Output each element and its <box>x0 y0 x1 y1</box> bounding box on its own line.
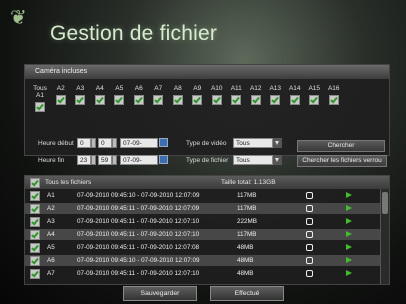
camera-item[interactable]: A13 <box>266 85 286 112</box>
checkbox[interactable] <box>270 95 281 105</box>
camera-item[interactable]: A5 <box>110 85 130 112</box>
scrollbar-thumb[interactable] <box>382 192 388 214</box>
calendar-icon[interactable] <box>159 155 168 164</box>
camera-item[interactable]: A3 <box>71 85 91 112</box>
checkbox[interactable] <box>30 230 40 240</box>
checkbox[interactable] <box>30 204 40 214</box>
checkbox[interactable] <box>153 95 164 105</box>
start-hour-input[interactable]: 0 <box>77 138 91 148</box>
camera-item[interactable]: A14 <box>285 85 305 112</box>
select-all-checkbox[interactable] <box>30 178 40 188</box>
checkbox[interactable] <box>250 95 261 105</box>
checkbox[interactable] <box>211 95 222 105</box>
lock-icon[interactable] <box>306 270 313 277</box>
lock-icon[interactable] <box>306 192 313 199</box>
all-files-label: Tous les fichiers <box>45 179 92 186</box>
lock-icon[interactable] <box>306 218 313 225</box>
search-button[interactable]: Chercher <box>297 140 385 152</box>
page-title: Gestion de fichier <box>50 22 218 45</box>
lock-icon[interactable] <box>306 231 313 238</box>
play-icon[interactable] <box>346 270 352 276</box>
start-minute-input[interactable]: 0 <box>98 138 112 148</box>
checkbox[interactable] <box>231 95 242 105</box>
lock-icon[interactable] <box>306 205 313 212</box>
start-minute-stepper[interactable] <box>112 138 117 148</box>
camera-item[interactable]: A4 <box>90 85 110 112</box>
end-minute-stepper[interactable] <box>112 155 117 165</box>
camera-item[interactable]: A7 <box>149 85 169 112</box>
table-row[interactable]: A3 07-09-2010 09:45:11 - 07-09-2010 12:0… <box>25 216 381 227</box>
file-type-select[interactable]: Tous <box>233 155 273 165</box>
checkbox[interactable] <box>172 95 183 105</box>
table-row[interactable]: A5 07-09-2010 09:45:11 - 07-09-2010 12:0… <box>25 242 381 253</box>
chevron-down-icon[interactable] <box>273 138 282 148</box>
checkbox[interactable] <box>55 95 66 105</box>
chevron-down-icon[interactable] <box>273 155 282 165</box>
camera-item[interactable]: A10 <box>207 85 227 112</box>
clear-button[interactable]: Effectué <box>210 286 284 301</box>
checkbox[interactable] <box>309 95 320 105</box>
end-hour-stepper[interactable] <box>91 155 96 165</box>
checkbox[interactable] <box>30 243 40 253</box>
checkbox[interactable] <box>114 95 125 105</box>
camera-item[interactable]: A2 <box>51 85 71 112</box>
save-button[interactable]: Sauvegarder <box>123 286 197 301</box>
camera-item[interactable]: A12 <box>246 85 266 112</box>
video-type-label: Type de vidéo <box>186 140 227 147</box>
camera-item[interactable]: A16 <box>324 85 344 112</box>
file-list-panel: Tous les fichiers Taille total: 1.13GB A… <box>24 175 390 285</box>
end-minute-input[interactable]: 59 <box>98 155 112 165</box>
file-list-header: Tous les fichiers Taille total: 1.13GB <box>25 176 389 189</box>
start-time-label: Heure début <box>38 140 74 147</box>
checkbox[interactable] <box>192 95 203 105</box>
camera-list: Tous A1 A2 A3 A4 A5 A6 A7 A8 A9 A10 A11 … <box>29 85 344 112</box>
checkbox[interactable] <box>289 95 300 105</box>
file-type-label: Type de fichier <box>186 157 229 164</box>
checkbox[interactable] <box>328 95 339 105</box>
play-icon[interactable] <box>346 231 352 237</box>
leaf-icon: ❦ <box>10 7 27 29</box>
play-icon[interactable] <box>346 244 352 250</box>
checkbox[interactable] <box>35 102 45 112</box>
table-row[interactable]: A4 07-09-2010 09:45:11 - 07-09-2010 12:0… <box>25 229 381 240</box>
end-time-label: Heure fin <box>38 157 65 164</box>
camera-item[interactable]: A9 <box>188 85 208 112</box>
cameras-header: Caméra incluses <box>25 65 389 79</box>
end-hour-input[interactable]: 23 <box>77 155 91 165</box>
lock-icon[interactable] <box>306 244 313 251</box>
lock-icon[interactable] <box>306 257 313 264</box>
checkbox[interactable] <box>30 256 40 266</box>
camera-item-all[interactable]: Tous A1 <box>29 85 51 112</box>
table-row[interactable]: A6 07-09-2010 09:45:10 - 07-09-2010 12:0… <box>25 255 381 266</box>
table-row[interactable]: A7 07-09-2010 09:45:11 - 07-09-2010 12:0… <box>25 268 381 279</box>
play-icon[interactable] <box>346 257 352 263</box>
table-row[interactable]: A1 07-09-2010 09:45:10 - 07-09-2010 12:0… <box>25 190 381 201</box>
checkbox[interactable] <box>30 191 40 201</box>
search-locked-button[interactable]: Chercher les fichiers verrou <box>297 155 387 167</box>
checkbox[interactable] <box>75 95 86 105</box>
start-hour-stepper[interactable] <box>91 138 96 148</box>
play-icon[interactable] <box>346 205 352 211</box>
checkbox[interactable] <box>30 217 40 227</box>
camera-item[interactable]: A15 <box>305 85 325 112</box>
table-row[interactable]: A2 07-09-2010 09:45:11 - 07-09-2010 12:0… <box>25 203 381 214</box>
checkbox[interactable] <box>133 95 144 105</box>
start-date-input[interactable]: 07-09-2010 <box>120 138 158 157</box>
camera-item[interactable]: A11 <box>227 85 247 112</box>
checkbox[interactable] <box>94 95 105 105</box>
video-type-select[interactable]: Tous <box>233 138 273 148</box>
total-size-label: Taille total: 1.13GB <box>221 179 276 186</box>
checkbox[interactable] <box>30 269 40 279</box>
play-icon[interactable] <box>346 218 352 224</box>
end-date-input[interactable]: 07-09-2010 <box>120 155 158 174</box>
camera-item[interactable]: A6 <box>129 85 149 112</box>
scrollbar[interactable] <box>380 189 389 284</box>
play-icon[interactable] <box>346 192 352 198</box>
camera-item[interactable]: A8 <box>168 85 188 112</box>
calendar-icon[interactable] <box>159 138 168 147</box>
